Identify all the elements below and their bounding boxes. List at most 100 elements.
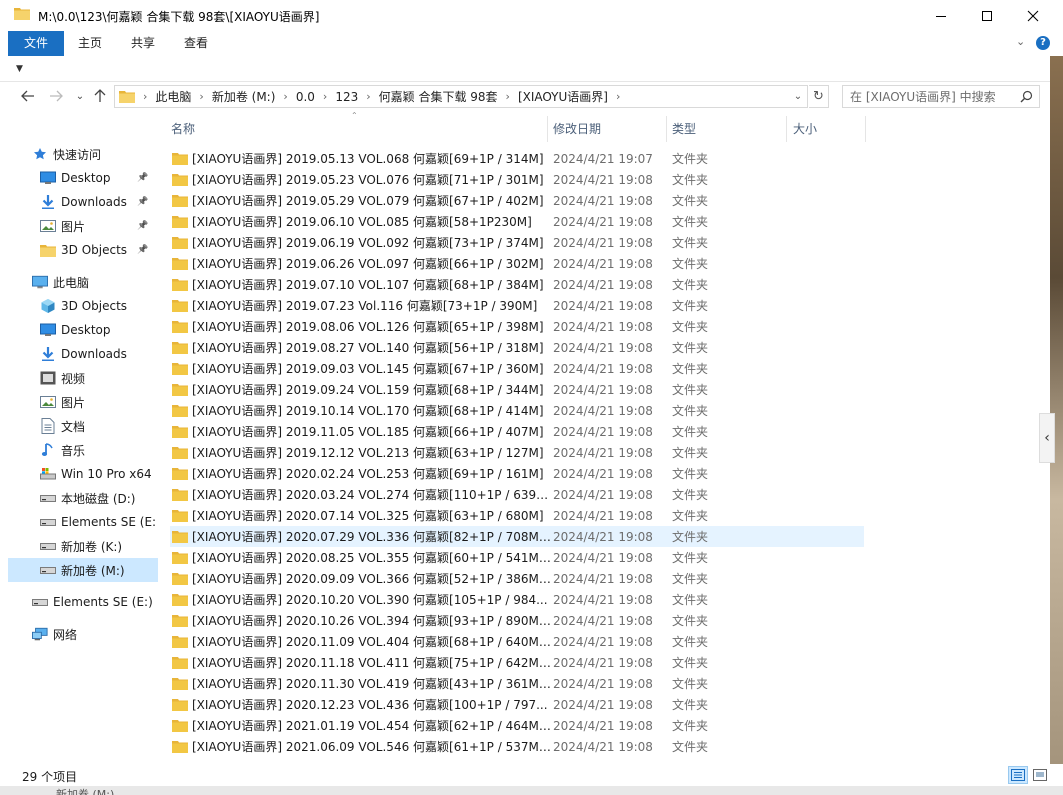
file-row[interactable]: [XIAOYU语画界] 2019.11.05 VOL.185 何嘉颖[66+1P…	[170, 421, 864, 442]
sidebar-item[interactable]: Desktop 📌	[0, 166, 150, 190]
sidebar-item[interactable]: Win 10 Pro x64	[0, 462, 152, 486]
folder-icon	[14, 8, 30, 20]
file-row[interactable]: [XIAOYU语画界] 2019.09.24 VOL.159 何嘉颖[68+1P…	[170, 379, 864, 400]
file-row[interactable]: [XIAOYU语画界] 2019.05.13 VOL.068 何嘉颖[69+1P…	[170, 148, 864, 169]
file-type: 文件夹	[672, 320, 709, 334]
sidebar-item[interactable]: Elements SE (E:	[0, 510, 156, 534]
file-row[interactable]: [XIAOYU语画界] 2019.10.14 VOL.170 何嘉颖[68+1P…	[170, 400, 864, 421]
chevron-right-icon[interactable]: ›	[279, 90, 291, 103]
sidebar-item[interactable]: 文档	[0, 414, 150, 438]
sidebar-item[interactable]: Downloads 📌	[0, 190, 150, 214]
file-row[interactable]: [XIAOYU语画界] 2019.05.23 VOL.076 何嘉颖[71+1P…	[170, 169, 864, 190]
file-name: [XIAOYU语画界] 2019.09.24 VOL.159 何嘉颖[68+1P…	[192, 383, 544, 397]
sidebar-item[interactable]: 音乐	[0, 438, 150, 462]
file-row[interactable]: [XIAOYU语画界] 2019.09.03 VOL.145 何嘉颖[67+1P…	[170, 358, 864, 379]
column-header-name[interactable]: 名称	[171, 116, 195, 144]
file-row[interactable]: [XIAOYU语画界] 2019.08.06 VOL.126 何嘉颖[65+1P…	[170, 316, 864, 337]
sidebar-item[interactable]: 快速访问	[0, 142, 150, 166]
file-row[interactable]: [XIAOYU语画界] 2019.07.23 Vol.116 何嘉颖[73+1P…	[170, 295, 864, 316]
folder-icon	[172, 593, 188, 606]
chevron-right-icon[interactable]: ›	[195, 90, 207, 103]
details-view-button[interactable]	[1008, 766, 1028, 784]
ribbon-expand-icon[interactable]: ⌄	[1016, 35, 1025, 48]
file-name: [XIAOYU语画界] 2020.08.25 VOL.355 何嘉颖[60+1P…	[192, 551, 551, 565]
chevron-right-icon[interactable]: ›	[502, 90, 514, 103]
column-divider[interactable]	[865, 116, 866, 142]
sidebar-item[interactable]: 3D Objects 📌	[0, 238, 150, 262]
breadcrumb-item[interactable]: 此电脑	[151, 88, 195, 105]
breadcrumb-item[interactable]: 何嘉颖 合集下载 98套	[375, 88, 502, 105]
column-header-date[interactable]: 修改日期	[553, 116, 601, 144]
sidebar-item[interactable]: 新加卷 (K:)	[0, 534, 150, 558]
large-icons-view-button[interactable]	[1030, 766, 1050, 784]
file-row[interactable]: [XIAOYU语画界] 2020.08.25 VOL.355 何嘉颖[60+1P…	[170, 547, 864, 568]
file-row[interactable]: [XIAOYU语画界] 2021.06.09 VOL.546 何嘉颖[61+1P…	[170, 736, 864, 757]
file-row[interactable]: [XIAOYU语画界] 2020.11.09 VOL.404 何嘉颖[68+1P…	[170, 631, 864, 652]
column-divider[interactable]	[786, 116, 787, 142]
file-row[interactable]: [XIAOYU语画界] 2019.06.26 VOL.097 何嘉颖[66+1P…	[170, 253, 864, 274]
chevron-right-icon[interactable]: ›	[362, 90, 374, 103]
maximize-button[interactable]	[964, 0, 1010, 31]
file-row[interactable]: [XIAOYU语画界] 2020.07.29 VOL.336 何嘉颖[82+1P…	[170, 526, 864, 547]
forward-button[interactable]	[46, 86, 66, 106]
help-icon[interactable]: ?	[1036, 36, 1050, 50]
sidebar-item[interactable]: 3D Objects	[0, 294, 150, 318]
breadcrumb-item[interactable]: 123	[331, 90, 362, 104]
sidebar-item[interactable]: 本地磁盘 (D:)	[0, 486, 150, 510]
tab-home[interactable]: 主页	[70, 31, 110, 56]
sidebar-item[interactable]: 新加卷 (M:)	[8, 558, 158, 582]
file-row[interactable]: [XIAOYU语画界] 2019.05.29 VOL.079 何嘉颖[67+1P…	[170, 190, 864, 211]
sidebar-item[interactable]: 视频	[0, 366, 150, 390]
recent-locations-button[interactable]: ⌄	[70, 86, 90, 106]
sidebar-item[interactable]: Downloads	[0, 342, 150, 366]
column-header-type[interactable]: 类型	[672, 116, 696, 144]
breadcrumb-item[interactable]: [XIAOYU语画界]	[514, 88, 612, 105]
column-header-size[interactable]: 大小	[793, 116, 817, 144]
file-row[interactable]: [XIAOYU语画界] 2020.10.26 VOL.394 何嘉颖[93+1P…	[170, 610, 864, 631]
file-row[interactable]: [XIAOYU语画界] 2020.11.18 VOL.411 何嘉颖[75+1P…	[170, 652, 864, 673]
minimize-button[interactable]	[918, 0, 964, 31]
sidebar-item-label: Downloads	[61, 195, 127, 209]
file-row[interactable]: [XIAOYU语画界] 2020.10.20 VOL.390 何嘉颖[105+1…	[170, 589, 864, 610]
chevron-right-icon[interactable]: ›	[139, 90, 151, 103]
file-row[interactable]: [XIAOYU语画界] 2020.02.24 VOL.253 何嘉颖[69+1P…	[170, 463, 864, 484]
file-row[interactable]: [XIAOYU语画界] 2019.06.10 VOL.085 何嘉颖[58+1P…	[170, 211, 864, 232]
sidebar-item[interactable]: 网络	[0, 622, 150, 646]
search-box[interactable]	[842, 85, 1040, 108]
customize-toolbar-icon[interactable]: ▼	[16, 64, 23, 74]
sidebar-item[interactable]: Desktop	[0, 318, 150, 342]
file-row[interactable]: [XIAOYU语画界] 2020.11.30 VOL.419 何嘉颖[43+1P…	[170, 673, 864, 694]
file-row[interactable]: [XIAOYU语画界] 2019.06.19 VOL.092 何嘉颖[73+1P…	[170, 232, 864, 253]
file-date: 2024/4/21 19:08	[553, 466, 653, 481]
tab-file[interactable]: 文件	[8, 31, 64, 56]
tab-view[interactable]: 查看	[176, 31, 216, 56]
breadcrumb-item[interactable]: 新加卷 (M:)	[208, 88, 280, 105]
breadcrumb-item[interactable]: 0.0	[292, 90, 319, 104]
sidebar-item[interactable]: 此电脑	[0, 270, 150, 294]
close-button[interactable]	[1010, 0, 1056, 31]
file-row[interactable]: [XIAOYU语画界] 2019.08.27 VOL.140 何嘉颖[56+1P…	[170, 337, 864, 358]
preview-pane-toggle[interactable]: ‹	[1039, 413, 1055, 463]
back-button[interactable]	[18, 86, 38, 106]
file-date: 2024/4/21 19:08	[553, 508, 653, 523]
file-row[interactable]: [XIAOYU语画界] 2021.01.19 VOL.454 何嘉颖[62+1P…	[170, 715, 864, 736]
tab-share[interactable]: 共享	[123, 31, 163, 56]
chevron-right-icon[interactable]: ›	[319, 90, 331, 103]
file-row[interactable]: [XIAOYU语画界] 2020.09.09 VOL.366 何嘉颖[52+1P…	[170, 568, 864, 589]
up-button[interactable]	[90, 86, 110, 106]
sidebar-item[interactable]: 图片 📌	[0, 214, 150, 238]
file-row[interactable]: [XIAOYU语画界] 2020.12.23 VOL.436 何嘉颖[100+1…	[170, 694, 864, 715]
column-divider[interactable]	[666, 116, 667, 142]
address-bar[interactable]: › 此电脑 › 新加卷 (M:) › 0.0 › 123 › 何嘉颖 合集下载 …	[114, 85, 808, 108]
file-row[interactable]: [XIAOYU语画界] 2019.12.12 VOL.213 何嘉颖[63+1P…	[170, 442, 864, 463]
column-divider[interactable]	[547, 116, 548, 142]
refresh-button[interactable]: ↻	[809, 85, 829, 108]
search-input[interactable]	[843, 86, 1013, 107]
chevron-right-icon[interactable]: ›	[612, 90, 624, 103]
sidebar-item[interactable]: Elements SE (E:)	[0, 590, 153, 614]
file-row[interactable]: [XIAOYU语画界] 2020.07.14 VOL.325 何嘉颖[63+1P…	[170, 505, 864, 526]
sidebar-item[interactable]: 图片	[0, 390, 150, 414]
address-dropdown-button[interactable]: ⌄	[790, 86, 806, 106]
file-row[interactable]: [XIAOYU语画界] 2020.03.24 VOL.274 何嘉颖[110+1…	[170, 484, 864, 505]
file-row[interactable]: [XIAOYU语画界] 2019.07.10 VOL.107 何嘉颖[68+1P…	[170, 274, 864, 295]
